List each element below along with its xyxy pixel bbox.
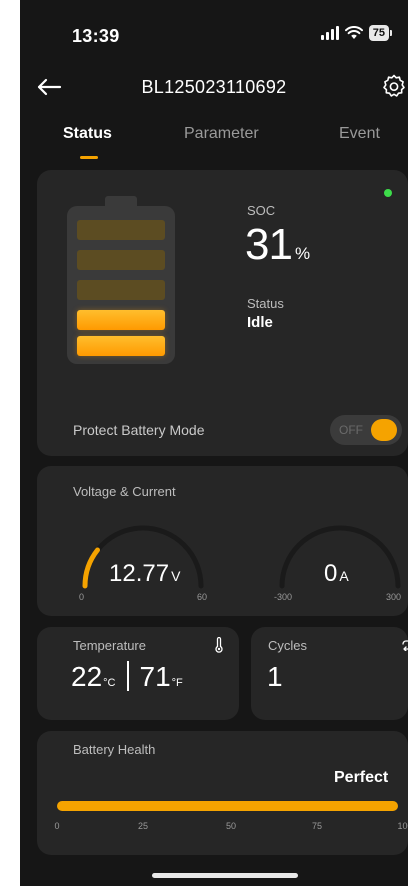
battery-segment <box>77 280 165 300</box>
toggle-off-text: OFF <box>339 423 363 437</box>
battery-status-level: 75 <box>368 25 389 41</box>
temperature-fahrenheit: 71 <box>139 661 171 692</box>
cellular-signal-icon <box>320 26 339 40</box>
battery-segment <box>77 310 165 330</box>
soc-card: SOC 31% Status Idle Protect Battery Mode… <box>37 170 408 456</box>
voltage-current-label: Voltage & Current <box>73 484 176 499</box>
celsius-unit: °C <box>103 677 116 689</box>
voltage-gauge-fill <box>82 547 100 589</box>
current-gauge: 0A -300 300 <box>270 516 408 610</box>
tab-bar: Status Parameter Event <box>20 120 408 164</box>
current-max: 300 <box>386 592 402 602</box>
wifi-icon <box>344 26 363 39</box>
battery-segment <box>77 250 165 270</box>
fahrenheit-unit: °F <box>171 677 183 689</box>
voltage-min: 0 <box>79 592 85 602</box>
protect-battery-mode-label: Protect Battery Mode <box>73 422 205 438</box>
health-tick: 100 <box>397 821 408 831</box>
temperature-celsius: 22 <box>71 661 103 692</box>
battery-segment <box>77 220 165 240</box>
cycles-value: 1 <box>267 661 283 692</box>
current-min: -300 <box>274 592 293 602</box>
tab-event[interactable]: Event <box>339 125 380 143</box>
status-value: Idle <box>247 314 273 331</box>
device-title: BL125023110692 <box>141 77 287 97</box>
voltage-max: 60 <box>197 592 208 602</box>
top-nav-bar: BL125023110692 <box>20 70 408 104</box>
protect-battery-mode-toggle[interactable]: OFF <box>330 415 402 445</box>
battery-segment <box>77 336 165 356</box>
status-bar: 13:39 75 <box>20 0 408 64</box>
health-tick: 50 <box>225 821 237 831</box>
voltage-reading: 12.77 V <box>109 560 180 588</box>
soc-unit: % <box>294 244 310 263</box>
battery-status-icon: 75 <box>368 25 392 41</box>
current-reading: 0A <box>324 560 349 588</box>
voltage-current-card: Voltage & Current 12.77 V 0 60 0A -300 30… <box>37 466 408 616</box>
temperature-divider <box>126 661 129 691</box>
battery-level-icon <box>67 196 175 366</box>
repeat-icon <box>402 640 408 651</box>
current-unit: A <box>339 568 349 584</box>
voltage-unit: V <box>171 568 181 584</box>
temperature-reading: 22°C 71°F <box>71 661 183 693</box>
voltage-gauge: 12.77 V 0 60 <box>73 516 213 610</box>
health-tick: 75 <box>311 821 323 831</box>
health-tick: 25 <box>137 821 149 831</box>
health-tick: 0 <box>54 821 60 831</box>
toggle-knob <box>371 419 397 441</box>
cycles-label: Cycles <box>268 638 308 653</box>
battery-health-card: Battery Health Perfect 0 25 50 75 100 <box>37 731 408 855</box>
tab-status[interactable]: Status <box>63 125 112 143</box>
clock: 13:39 <box>72 26 120 46</box>
temperature-label: Temperature <box>73 638 146 653</box>
home-indicator[interactable] <box>152 873 298 878</box>
voltage-value: 12.77 <box>109 560 170 587</box>
app-screen: 13:39 75 BL125023110692 Status Parameter… <box>20 0 408 886</box>
status-icons: 75 <box>320 25 392 41</box>
soc-label: SOC <box>247 203 276 218</box>
gear-icon[interactable] <box>380 72 408 100</box>
battery-health-label: Battery Health <box>73 742 156 757</box>
battery-health-scale: 0 25 50 75 100 <box>54 821 408 833</box>
online-indicator <box>384 189 392 197</box>
status-label: Status <box>247 296 284 311</box>
battery-health-value: Perfect <box>334 769 389 786</box>
tab-parameter[interactable]: Parameter <box>184 125 259 143</box>
battery-health-bar <box>57 801 398 811</box>
cycles-card: Cycles 1 <box>251 627 408 720</box>
current-value: 0 <box>324 560 338 587</box>
soc-value: 31% <box>245 220 310 270</box>
active-tab-indicator <box>80 156 98 159</box>
temperature-card: Temperature 22°C 71°F <box>37 627 239 720</box>
thermometer-icon <box>215 637 223 653</box>
soc-number: 31 <box>245 220 293 269</box>
